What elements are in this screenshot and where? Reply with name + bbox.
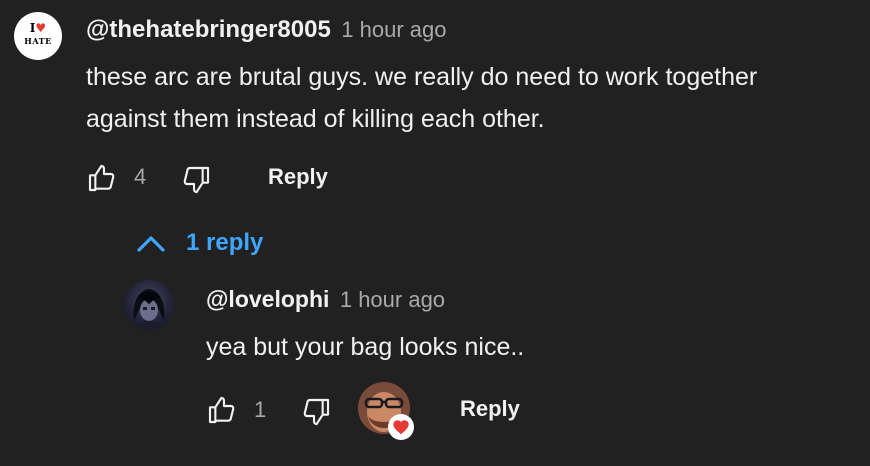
creator-heart-avatar[interactable] <box>358 382 414 440</box>
comment-header: @thehatebringer8005 1 hour ago <box>86 16 446 44</box>
reply-reply-button[interactable]: Reply <box>460 396 520 422</box>
reply-button[interactable]: Reply <box>268 164 328 190</box>
like-count: 4 <box>134 164 147 189</box>
thumb-up-icon[interactable] <box>206 394 238 426</box>
reply-like-count: 1 <box>254 397 267 422</box>
thumb-down-icon[interactable] <box>180 164 212 196</box>
reply-header: @lovelophi 1 hour ago <box>206 286 445 313</box>
comment-timestamp[interactable]: 1 hour ago <box>341 17 446 42</box>
chevron-up-icon <box>134 228 168 258</box>
comment-text: these arc are brutal guys. we really do … <box>86 56 757 140</box>
heart-icon <box>388 414 414 440</box>
comment-text-line: against them instead of killing each oth… <box>86 105 545 133</box>
replies-toggle-button[interactable]: 1 reply <box>134 228 263 258</box>
reply-text: yea but your bag looks nice.. <box>206 333 525 361</box>
reply-timestamp[interactable]: 1 hour ago <box>340 287 445 312</box>
reply-avatar[interactable] <box>124 280 174 330</box>
thumb-up-icon[interactable] <box>86 162 118 194</box>
comment-text-line: these arc are brutal guys. we really do … <box>86 63 758 91</box>
avatar-logo-top: I♥ <box>29 21 47 35</box>
commenter-handle[interactable]: @thehatebringer8005 <box>86 16 331 43</box>
avatar-logo-bottom: HATE <box>24 36 52 46</box>
commenter-avatar[interactable]: I♥ HATE <box>14 12 62 60</box>
replies-toggle-label: 1 reply <box>186 229 264 256</box>
reply-handle[interactable]: @lovelophi <box>206 286 329 312</box>
thumb-down-icon[interactable] <box>300 396 332 428</box>
